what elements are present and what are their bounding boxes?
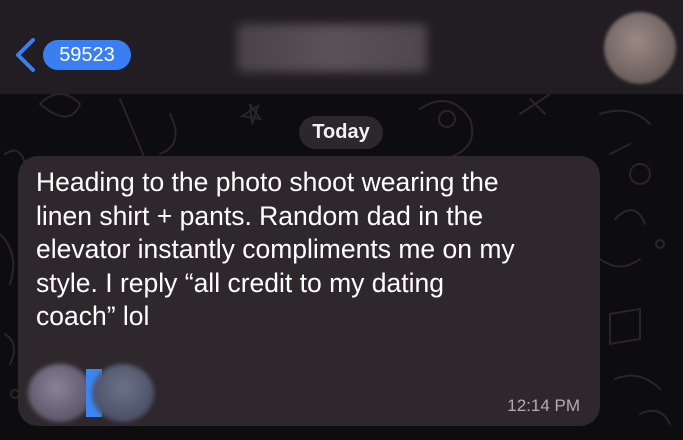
unread-count-badge[interactable]: 59523 [43,40,131,70]
reactor-avatar [28,364,92,422]
chevron-left-icon[interactable] [12,37,38,73]
contact-name-blurred[interactable] [237,24,427,72]
message-timestamp: 12:14 PM [507,396,580,415]
chat-header: 59523 [0,0,683,94]
reactor-avatar [92,364,154,422]
reaction-avatars[interactable] [28,364,154,422]
date-separator: Today [299,116,383,149]
message-text: Heading to the photo shoot wearing the l… [36,167,515,331]
contact-avatar[interactable] [604,12,676,84]
